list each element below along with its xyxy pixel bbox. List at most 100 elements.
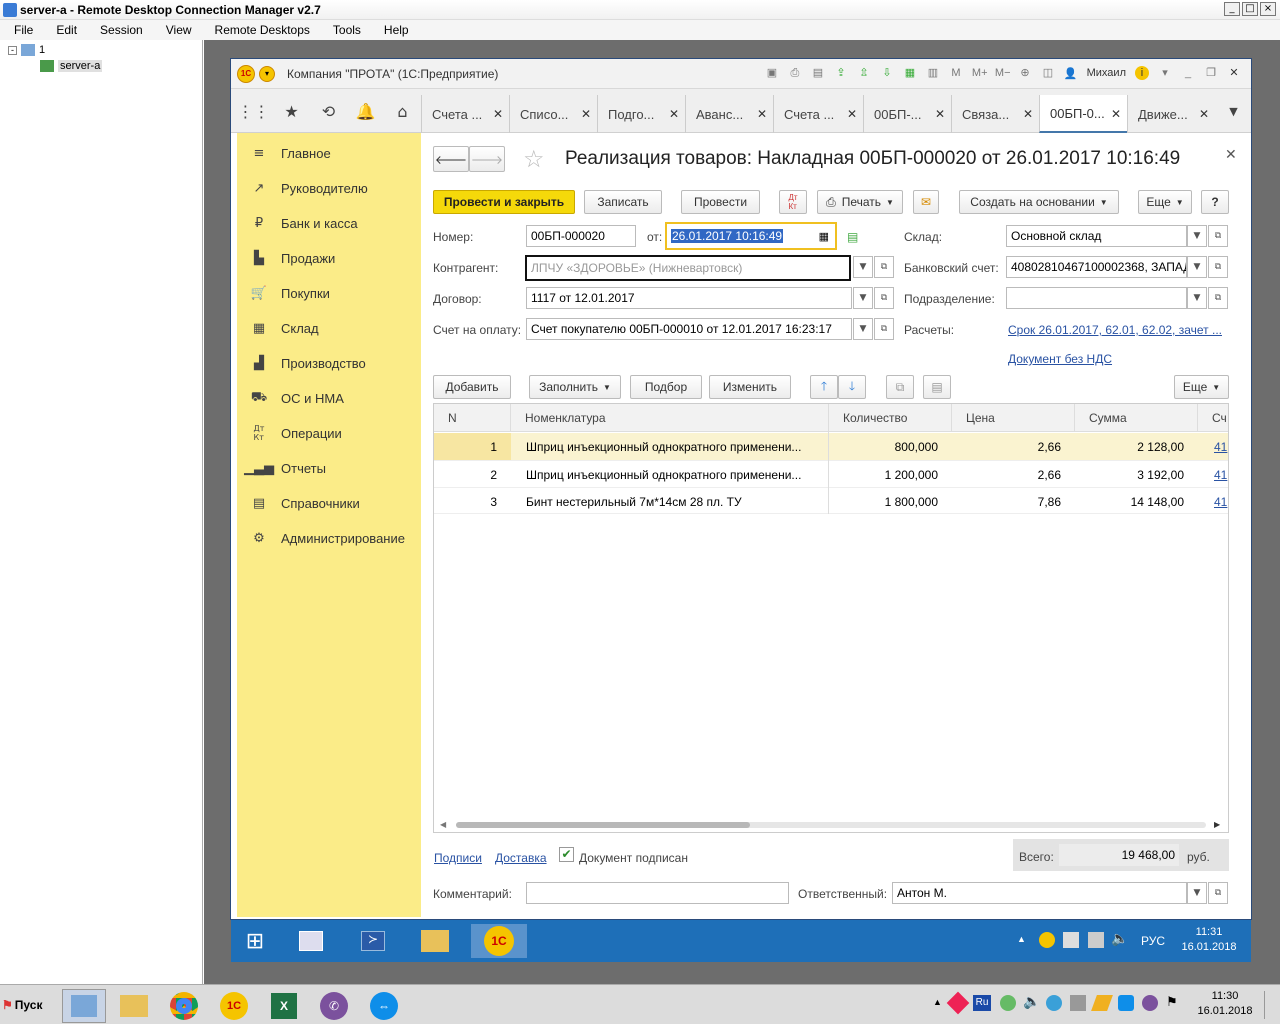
history-icon[interactable]: ⟲ xyxy=(310,89,347,133)
close-icon[interactable]: ✕ xyxy=(935,107,945,121)
paste-button[interactable]: ▤ xyxy=(923,375,951,399)
menu-file[interactable]: File xyxy=(0,23,42,37)
col-item[interactable]: Номенклатура xyxy=(511,404,829,432)
close-icon[interactable]: ✕ xyxy=(581,107,591,121)
teamviewer-icon[interactable]: ⇔ xyxy=(362,989,406,1023)
tab-6[interactable]: 00БП-... ✕ xyxy=(863,95,951,133)
menu-remote-desktops[interactable]: Remote Desktops xyxy=(201,23,319,37)
warehouse-open[interactable]: ⧉ xyxy=(1208,225,1228,247)
favorites-star-icon[interactable]: ★ xyxy=(273,89,310,133)
close-icon[interactable]: ✕ xyxy=(757,107,767,121)
tray-1c-icon[interactable] xyxy=(1039,932,1055,948)
favorite-star-icon[interactable]: ☆ xyxy=(523,145,545,173)
memory-minus-icon[interactable]: M− xyxy=(995,66,1011,80)
invoice-open[interactable]: ⧉ xyxy=(874,318,894,340)
menu-view[interactable]: View xyxy=(152,23,201,37)
viber-icon[interactable]: ✆ xyxy=(312,989,356,1023)
table-row[interactable]: 2 Шприц инъекционный однократного примен… xyxy=(434,460,1228,487)
post-button[interactable]: Провести xyxy=(681,190,760,214)
window-minimize-icon[interactable]: _ xyxy=(1181,66,1195,80)
user-name[interactable]: Михаил xyxy=(1087,67,1126,79)
calendar-icon[interactable]: ▥ xyxy=(926,66,940,80)
horizontal-scrollbar[interactable]: ◀ ▶ xyxy=(434,818,1228,832)
pick-button[interactable]: Подбор xyxy=(630,375,702,399)
sidebar-item-manager[interactable]: ↗ Руководителю xyxy=(251,178,368,198)
warehouse-field[interactable]: Основной склад xyxy=(1006,225,1187,247)
tree-group-node[interactable]: - 1 xyxy=(8,44,45,56)
1c-local-icon[interactable]: 1С xyxy=(212,989,256,1023)
tray-volume-icon[interactable]: 🔈 xyxy=(1023,993,1040,1010)
sidebar-item-bank[interactable]: ₽ Банк и касса xyxy=(251,213,358,233)
window-restore-icon[interactable]: ❐ xyxy=(1204,66,1218,80)
preview-icon[interactable]: ▤ xyxy=(811,66,825,80)
responsible-open[interactable]: ⧉ xyxy=(1208,882,1228,904)
close-icon[interactable]: ✕ xyxy=(1111,107,1121,121)
scroll-right-icon[interactable]: ▶ xyxy=(1214,820,1220,829)
scrollbar-thumb[interactable] xyxy=(456,822,750,828)
menu-session[interactable]: Session xyxy=(86,23,152,37)
signatures-link[interactable]: Подписи xyxy=(434,851,482,865)
counterparty-field[interactable]: ЛПЧУ «ЗДОРОВЬЕ» (Нижневартовск) xyxy=(525,255,851,281)
server-manager-icon[interactable] xyxy=(289,924,333,958)
tray-viber-icon[interactable] xyxy=(1142,995,1158,1011)
back-button[interactable]: 🡐 xyxy=(433,146,469,172)
comment-field[interactable] xyxy=(526,882,789,904)
1c-taskbar-icon[interactable]: 1С xyxy=(471,924,527,958)
tab-3[interactable]: Подго... ✕ xyxy=(597,95,685,133)
remote-start-windows-icon[interactable]: ⊞ xyxy=(233,924,277,958)
post-and-close-button[interactable]: Провести и закрыть xyxy=(433,190,575,214)
sidebar-item-warehouse[interactable]: ▦ Склад xyxy=(251,318,319,338)
sidebar-item-directories[interactable]: ▤ Справочники xyxy=(251,493,360,513)
tray-language[interactable]: Ru xyxy=(973,995,991,1011)
notifications-bell-icon[interactable]: 🔔 xyxy=(347,89,384,133)
col-account[interactable]: Сч xyxy=(1198,404,1228,432)
home-icon[interactable]: ⌂ xyxy=(384,89,421,133)
info-icon[interactable]: i xyxy=(1135,66,1149,80)
close-icon[interactable]: ✕ xyxy=(1199,107,1209,121)
link-icon[interactable]: ⇪ xyxy=(834,66,848,80)
download-icon[interactable]: ⇩ xyxy=(880,66,894,80)
more-button[interactable]: Еще ▼ xyxy=(1138,190,1192,214)
delivery-link[interactable]: Доставка xyxy=(495,851,547,865)
close-icon[interactable]: ✕ xyxy=(1023,107,1033,121)
calendar-icon[interactable]: ▦ xyxy=(819,230,829,243)
close-icon[interactable]: ✕ xyxy=(847,107,857,121)
counterparty-dropdown[interactable]: ▼ xyxy=(853,256,873,278)
tray-network-icon[interactable] xyxy=(1046,995,1062,1011)
tray-expand-icon[interactable]: ▲ xyxy=(1017,934,1026,944)
tray-language[interactable]: РУС xyxy=(1141,934,1165,948)
close-icon[interactable]: ✕ xyxy=(493,107,503,121)
sidebar-item-assets[interactable]: ⛟ ОС и НМА xyxy=(251,388,344,408)
save-button[interactable]: Записать xyxy=(584,190,662,214)
tree-server-node[interactable]: server-a xyxy=(40,60,103,72)
tray-app-icon[interactable] xyxy=(946,991,970,1015)
minimize-button[interactable]: _ xyxy=(1224,2,1240,16)
add-row-button[interactable]: Добавить xyxy=(433,375,511,399)
division-dropdown[interactable]: ▼ xyxy=(1187,287,1207,309)
date-field[interactable]: 26.01.2017 10:16:49 ▦ xyxy=(665,222,837,250)
sidebar-item-operations[interactable]: Дт Кт Операции xyxy=(251,423,342,443)
form-close-icon[interactable]: ✕ xyxy=(1225,147,1237,163)
sidebar-item-production[interactable]: ▟ Производство xyxy=(251,353,366,373)
memory-m-icon[interactable]: M xyxy=(949,66,963,80)
division-field[interactable] xyxy=(1006,287,1187,309)
sidebar-item-sales[interactable]: ▙ Продажи xyxy=(251,248,335,268)
sidebar-item-reports[interactable]: ▁▃▅ Отчеты xyxy=(244,458,326,478)
tray-teamviewer-icon[interactable] xyxy=(1118,995,1134,1011)
zoom-icon[interactable]: ⊕ xyxy=(1018,66,1032,80)
table-icon[interactable]: ▦ xyxy=(903,66,917,80)
contract-dropdown[interactable]: ▼ xyxy=(853,287,873,309)
fill-button[interactable]: Заполнить ▼ xyxy=(529,375,621,399)
remote-clock[interactable]: 11:31 16.01.2018 xyxy=(1179,925,1239,955)
print-button[interactable]: ⎙ Печать ▼ xyxy=(817,190,903,214)
close-icon[interactable]: ✕ xyxy=(669,107,679,121)
menu-edit[interactable]: Edit xyxy=(42,23,86,37)
excel-icon[interactable]: X xyxy=(262,989,306,1023)
warehouse-dropdown[interactable]: ▼ xyxy=(1187,225,1207,247)
table-more-button[interactable]: Еще ▼ xyxy=(1174,375,1229,399)
forward-button[interactable]: 🡒 xyxy=(469,146,505,172)
counterparty-open[interactable]: ⧉ xyxy=(874,256,894,278)
col-sum[interactable]: Сумма xyxy=(1075,404,1198,432)
contract-field[interactable]: 1117 от 12.01.2017 xyxy=(526,287,852,309)
local-clock[interactable]: 11:30 16.01.2018 xyxy=(1190,989,1260,1019)
